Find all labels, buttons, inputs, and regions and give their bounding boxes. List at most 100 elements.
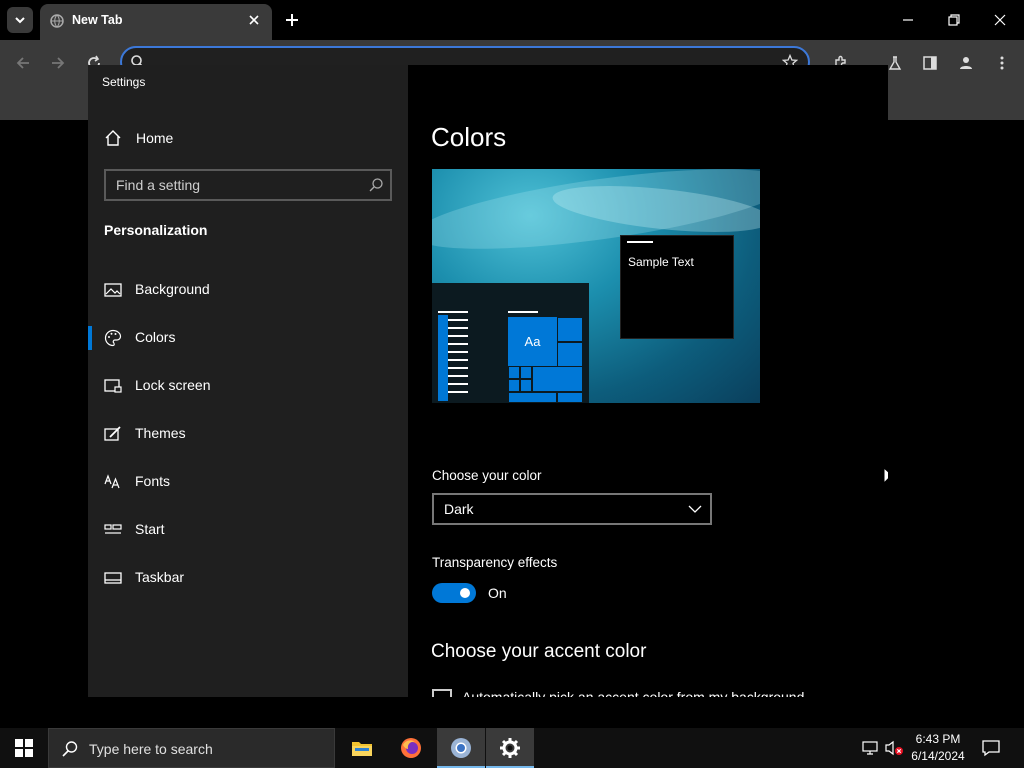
taskbar: 6:43 PM 6/14/2024: [0, 728, 1024, 768]
close-icon: [249, 15, 259, 25]
section-heading: Personalization: [104, 222, 208, 238]
page-title: Colors: [431, 122, 507, 152]
find-setting-input[interactable]: [116, 176, 356, 194]
toggle-knob: [460, 588, 470, 598]
browser-tabstrip: New Tab: [0, 0, 1024, 40]
start-button[interactable]: [0, 728, 48, 768]
volume-tray-button[interactable]: [884, 738, 904, 758]
nav-item-taskbar[interactable]: Taskbar: [88, 558, 408, 598]
tab-search-button[interactable]: [7, 7, 33, 33]
taskbar-firefox[interactable]: [387, 728, 435, 768]
taskbar-search-input[interactable]: [89, 740, 319, 758]
minimize-icon: [903, 19, 913, 21]
preview-tile: [508, 392, 557, 403]
globe-icon: [50, 14, 64, 28]
speaker-muted-icon: [885, 740, 903, 756]
profile-button[interactable]: [955, 52, 977, 74]
nav-item-label: Lock screen: [135, 377, 211, 393]
choose-color-dropdown[interactable]: Dark: [432, 493, 712, 525]
taskbar-clock[interactable]: 6:43 PM 6/14/2024: [904, 731, 972, 765]
home-link[interactable]: Home: [104, 127, 173, 149]
windows-logo-icon: [15, 739, 33, 757]
flask-icon: [888, 56, 902, 70]
gear-icon: [500, 738, 520, 758]
side-panel-button[interactable]: [919, 52, 941, 74]
browser-restore-button[interactable]: [944, 10, 964, 30]
network-tray-button[interactable]: [860, 738, 880, 758]
image-icon: [104, 283, 122, 297]
nav-item-start[interactable]: Start: [88, 510, 408, 550]
choose-color-label: Choose your color: [432, 468, 542, 483]
mouse-cursor-icon: [883, 467, 888, 485]
arrow-right-icon: [52, 57, 65, 69]
settings-sidebar: Settings Home Personalization Background…: [88, 65, 408, 697]
nav-item-label: Taskbar: [135, 569, 185, 585]
nav-item-fonts[interactable]: Fonts: [88, 462, 408, 502]
arrow-left-icon: [16, 57, 29, 69]
settings-content: Colors Aa Sample Text Choose your color …: [408, 65, 888, 697]
clock-date: 6/14/2024: [911, 749, 965, 763]
preview-tile: [532, 366, 583, 392]
browser-tab[interactable]: New Tab: [40, 4, 272, 40]
nav-item-label: Colors: [135, 329, 176, 345]
preview-tile: [520, 366, 532, 379]
clock-time: 6:43 PM: [915, 732, 961, 746]
person-icon: [960, 57, 972, 69]
preview-sample-window: Sample Text: [620, 235, 734, 339]
choose-color-value: Dark: [444, 501, 474, 517]
auto-accent-label: Automatically pick an accent color from …: [462, 689, 805, 697]
new-tab-button[interactable]: [283, 11, 301, 29]
nav-item-background[interactable]: Background: [88, 270, 408, 310]
window-title: Settings: [102, 75, 146, 89]
restore-icon: [948, 14, 960, 26]
preview-tiles: Aa: [508, 317, 583, 403]
preview-tile: [508, 379, 520, 392]
taskbar-icon: [104, 572, 122, 584]
taskbar-settings[interactable]: [486, 728, 534, 768]
network-icon: [862, 741, 878, 755]
chevron-down-icon: [15, 17, 25, 24]
home-icon: [105, 130, 121, 146]
selection-indicator: [88, 326, 92, 350]
search-icon: [62, 741, 78, 757]
settings-window: Settings Home Personalization Background…: [88, 65, 888, 697]
back-button[interactable]: [12, 52, 34, 74]
preview-start-strip: [438, 315, 448, 401]
themes-icon: [104, 426, 121, 441]
browser-minimize-button[interactable]: [898, 10, 918, 30]
tab-title: New Tab: [72, 13, 123, 27]
plus-icon: [286, 14, 298, 26]
fonts-icon: [104, 474, 120, 489]
find-setting-search[interactable]: [104, 169, 392, 201]
folder-icon: [352, 742, 372, 756]
close-tab-button[interactable]: [246, 12, 262, 28]
accent-heading: Choose your accent color: [431, 641, 647, 662]
preview-sample-line: [627, 241, 653, 243]
side-panel-icon: [923, 56, 937, 70]
forward-button[interactable]: [47, 52, 69, 74]
preview-tile: [508, 366, 520, 379]
nav-item-themes[interactable]: Themes: [88, 414, 408, 454]
nav-item-lock-screen[interactable]: Lock screen: [88, 366, 408, 406]
browser-close-button[interactable]: [990, 10, 1010, 30]
transparency-state: On: [488, 585, 507, 601]
close-icon: [994, 14, 1006, 26]
nav-item-label: Start: [135, 521, 165, 537]
taskbar-file-explorer[interactable]: [338, 728, 386, 768]
home-label: Home: [136, 130, 174, 146]
taskbar-chrome[interactable]: [437, 728, 485, 768]
auto-accent-checkbox[interactable]: [432, 689, 452, 697]
nav-item-colors[interactable]: Colors: [88, 318, 408, 358]
notifications-button[interactable]: [981, 738, 1001, 758]
preview-tile-aa: Aa: [508, 317, 557, 366]
transparency-toggle[interactable]: [432, 583, 476, 603]
transparency-label: Transparency effects: [432, 555, 558, 570]
preview-tile: [557, 317, 583, 342]
preview-tile-heading: [508, 311, 538, 313]
taskbar-search[interactable]: [48, 728, 335, 768]
search-icon: [369, 178, 383, 192]
preview-tile: [557, 392, 583, 403]
browser-menu-button[interactable]: [991, 52, 1013, 74]
palette-icon: [104, 329, 122, 347]
preview-tile: [557, 342, 583, 367]
